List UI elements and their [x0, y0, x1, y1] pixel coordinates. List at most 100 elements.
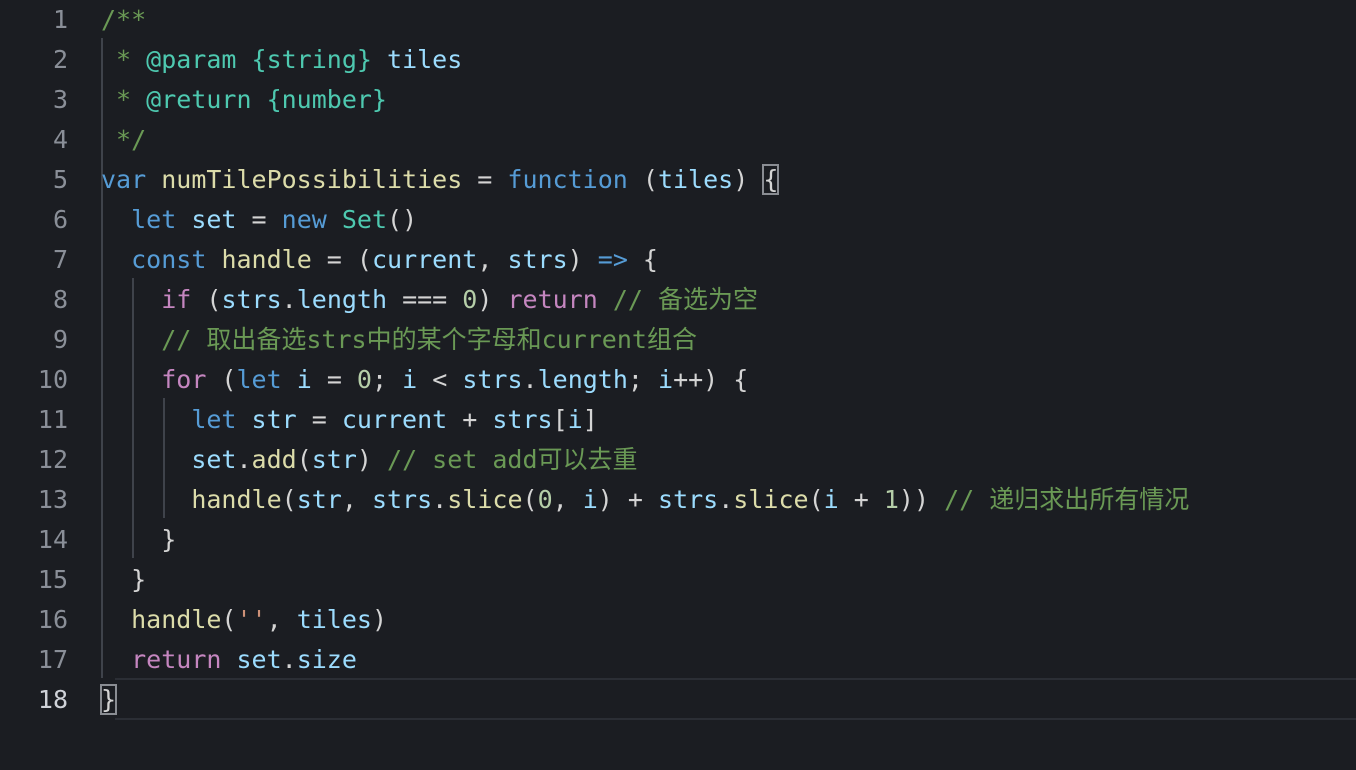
code-token: {	[627, 245, 658, 274]
code-line[interactable]: 6 let set = new Set()	[0, 200, 1356, 240]
code-token: +	[838, 485, 884, 514]
code-token: ,	[552, 485, 583, 514]
code-text: const handle = (current, strs) => {	[101, 240, 658, 280]
code-token: i	[567, 405, 583, 434]
code-token: .	[281, 285, 297, 314]
code-token: handle	[131, 605, 222, 634]
code-token: Set	[341, 205, 388, 234]
code-text: /**	[101, 0, 146, 40]
code-line[interactable]: 1 /**	[0, 0, 1356, 40]
code-token: .	[522, 365, 538, 394]
code-token: add	[251, 445, 297, 474]
code-line[interactable]: 15 }	[0, 560, 1356, 600]
code-token: length	[296, 285, 388, 314]
code-token: i	[582, 485, 598, 514]
code-line[interactable]: 10 for (let i = 0; i < strs.length; i++)…	[0, 360, 1356, 400]
code-token: var	[101, 165, 147, 194]
code-token: set	[191, 205, 237, 234]
line-number: 14	[37, 525, 68, 554]
code-line[interactable]: 5 var numTilePossibilities = function (ti…	[0, 160, 1356, 200]
code-token: *	[101, 85, 147, 114]
code-editor[interactable]: 1/** 2 * @param {string} tiles 3 * @return…	[0, 0, 1356, 770]
line-number: 12	[37, 445, 68, 474]
code-token: numTilePossibilities	[161, 165, 463, 194]
code-text: * @return {number}	[101, 80, 387, 120]
code-line[interactable]: 16 handle('', tiles)	[0, 600, 1356, 640]
code-line[interactable]: 4 */	[0, 120, 1356, 160]
code-token: }	[101, 565, 147, 594]
code-token: // 取出备选strs中的某个字母和current组合	[161, 325, 697, 354]
code-token: .	[718, 485, 734, 514]
code-token: /**	[101, 5, 147, 34]
code-line[interactable]: 9 // 取出备选strs中的某个字母和current组合	[0, 320, 1356, 360]
code-line[interactable]: 8 if (strs.length === 0) return // 备选为空	[0, 280, 1356, 320]
code-token: length	[537, 365, 628, 394]
line-number: 1	[52, 5, 68, 34]
code-text: set.add(str) // set add可以去重	[101, 440, 637, 480]
code-token: strs	[221, 285, 282, 314]
line-number: 3	[52, 85, 68, 114]
code-token: =	[462, 165, 508, 194]
code-token: if	[161, 285, 192, 314]
line-number: 8	[52, 285, 68, 314]
code-token: strs	[371, 485, 433, 514]
line-number: 4	[52, 125, 68, 154]
code-token: function	[507, 165, 628, 194]
code-line[interactable]: 3 * @return {number}	[0, 80, 1356, 120]
code-line[interactable]: 18}	[0, 680, 1356, 720]
code-token: (	[296, 445, 312, 474]
code-text: return set.size	[101, 640, 357, 680]
code-token: ++) {	[673, 365, 749, 394]
code-token: // 递归求出所有情况	[944, 485, 1190, 514]
code-line[interactable]: 7 const handle = (current, strs) => {	[0, 240, 1356, 280]
code-token: current	[341, 405, 448, 434]
code-token: (	[281, 485, 297, 514]
code-token: i	[296, 365, 312, 394]
code-text: handle(str, strs.slice(0, i) + strs.slic…	[101, 480, 1189, 520]
line-number: 18	[37, 685, 68, 714]
code-text: let str = current + strs[i]	[101, 400, 597, 440]
code-token: current	[371, 245, 478, 274]
code-token: strs	[658, 485, 719, 514]
code-token: ;	[371, 365, 403, 394]
code-token: (	[627, 165, 658, 194]
code-token: strs	[492, 405, 553, 434]
code-line[interactable]: 13 handle(str, strs.slice(0, i) + strs.s…	[0, 480, 1356, 520]
code-token: ''	[236, 605, 267, 634]
code-token: (	[191, 285, 222, 314]
code-token: .	[281, 645, 297, 674]
matched-bracket: }	[99, 684, 118, 715]
code-text: }	[101, 560, 146, 600]
line-number: 16	[37, 605, 68, 634]
code-token: ===	[387, 285, 463, 314]
code-line[interactable]: 14 }	[0, 520, 1356, 560]
code-line[interactable]: 17 return set.size	[0, 640, 1356, 680]
code-text: let set = new Set()	[101, 200, 417, 240]
code-token: i	[658, 365, 674, 394]
line-number: 7	[52, 245, 68, 274]
code-line[interactable]: 2 * @param {string} tiles	[0, 40, 1356, 80]
line-number: 2	[52, 45, 68, 74]
code-token: 1	[883, 485, 899, 514]
code-text: */	[101, 120, 146, 160]
code-token: ,	[341, 485, 372, 514]
code-token: const	[131, 245, 207, 274]
code-token: ) +	[597, 485, 659, 514]
code-text: // 取出备选strs中的某个字母和current组合	[101, 320, 697, 360]
line-number: 11	[37, 405, 68, 434]
code-token: i	[823, 485, 839, 514]
code-line[interactable]: 11 let str = current + strs[i]	[0, 400, 1356, 440]
code-token: ,	[477, 245, 508, 274]
code-line[interactable]: 12 set.add(str) // set add可以去重	[0, 440, 1356, 480]
line-number: 6	[52, 205, 68, 234]
code-token: let	[236, 365, 282, 394]
code-token: *	[101, 45, 147, 74]
code-token: i	[402, 365, 418, 394]
